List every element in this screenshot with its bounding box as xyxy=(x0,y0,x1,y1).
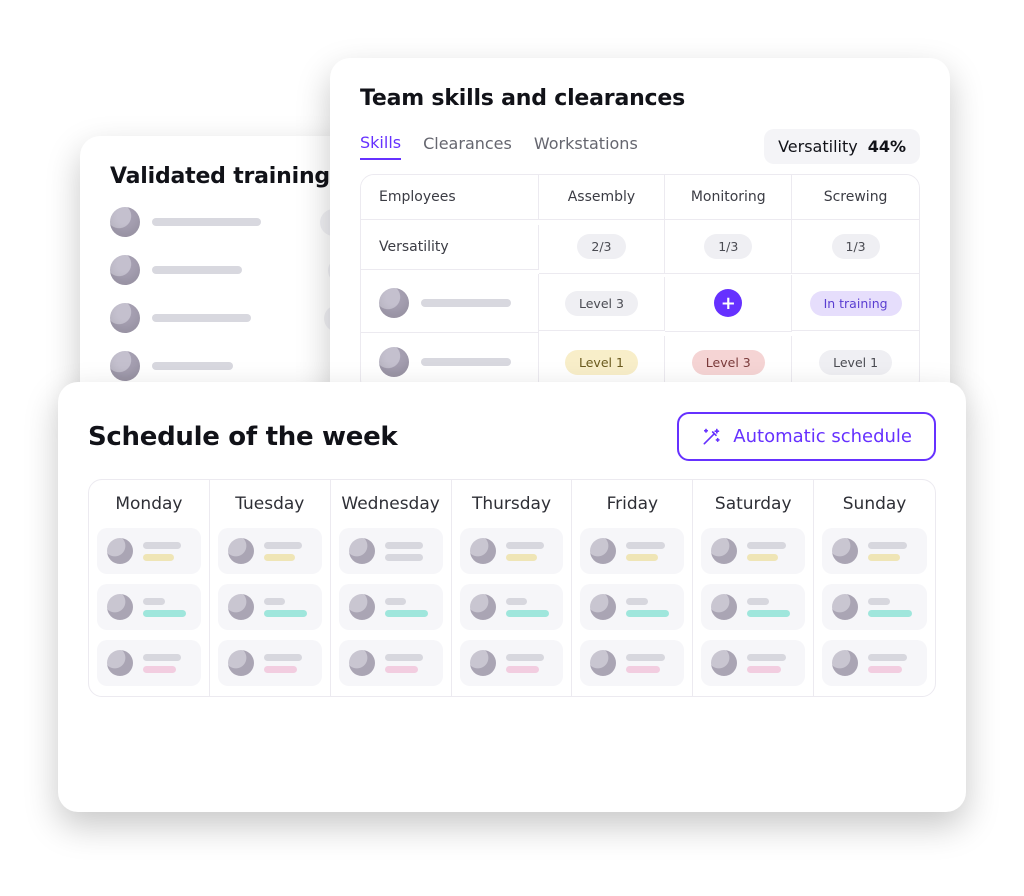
tab-skills[interactable]: Skills xyxy=(360,133,401,160)
schedule-slot[interactable] xyxy=(339,640,443,686)
avatar xyxy=(228,538,254,564)
avatar xyxy=(110,207,140,237)
avatar xyxy=(107,594,133,620)
automatic-schedule-label: Automatic schedule xyxy=(733,426,912,447)
avatar xyxy=(107,538,133,564)
skills-employee-row: Level 3 + In training xyxy=(361,274,919,333)
versatility-pct: 44% xyxy=(868,137,906,156)
avatar xyxy=(470,650,496,676)
schedule-slot[interactable] xyxy=(218,528,322,574)
avatar xyxy=(590,538,616,564)
schedule-slot[interactable] xyxy=(580,528,684,574)
avatar xyxy=(711,594,737,620)
name-placeholder xyxy=(421,358,511,366)
avatar xyxy=(349,650,375,676)
day-label: Thursday xyxy=(472,494,551,514)
avatar xyxy=(228,650,254,676)
avatar xyxy=(832,594,858,620)
skills-versatility-row: Versatility 2/3 1/3 1/3 xyxy=(361,220,919,274)
day-col-monday: Monday xyxy=(89,480,210,696)
day-label: Wednesday xyxy=(341,494,439,514)
avatar xyxy=(110,351,140,381)
skills-tabs: Skills Clearances Workstations Versatili… xyxy=(360,129,920,164)
schedule-slot[interactable] xyxy=(701,528,805,574)
team-skills-card: Team skills and clearances Skills Cleara… xyxy=(330,58,950,408)
tab-workstations[interactable]: Workstations xyxy=(534,134,638,159)
avatar xyxy=(832,538,858,564)
avatar xyxy=(379,288,409,318)
day-col-thursday: Thursday xyxy=(452,480,573,696)
schedule-slot[interactable] xyxy=(97,528,201,574)
avatar xyxy=(349,594,375,620)
day-label: Friday xyxy=(607,494,659,514)
team-skills-title: Team skills and clearances xyxy=(360,86,920,111)
avatar xyxy=(590,594,616,620)
week-grid: Monday Tuesday Wednesday Thursday xyxy=(88,479,936,697)
col-screwing: Screwing xyxy=(792,175,919,220)
day-label: Tuesday xyxy=(235,494,304,514)
day-col-friday: Friday xyxy=(572,480,693,696)
name-placeholder xyxy=(421,299,511,307)
day-col-wednesday: Wednesday xyxy=(331,480,452,696)
schedule-card: Schedule of the week Automatic schedule … xyxy=(58,382,966,812)
schedule-slot[interactable] xyxy=(339,528,443,574)
skill-cell[interactable]: In training xyxy=(810,291,902,316)
skill-cell[interactable]: Level 1 xyxy=(819,350,892,375)
skill-cell[interactable]: Level 1 xyxy=(565,350,638,375)
automatic-schedule-button[interactable]: Automatic schedule xyxy=(677,412,936,461)
avatar xyxy=(832,650,858,676)
add-skill-button[interactable]: + xyxy=(714,289,742,317)
row-label: Versatility xyxy=(361,225,539,270)
day-label: Monday xyxy=(115,494,182,514)
tab-clearances[interactable]: Clearances xyxy=(423,134,512,159)
avatar xyxy=(711,650,737,676)
avatar xyxy=(379,347,409,377)
avatar xyxy=(470,538,496,564)
schedule-slot[interactable] xyxy=(460,528,564,574)
schedule-slot[interactable] xyxy=(701,640,805,686)
avatar xyxy=(110,255,140,285)
schedule-slot[interactable] xyxy=(339,584,443,630)
avatar xyxy=(107,650,133,676)
day-label: Sunday xyxy=(843,494,907,514)
versatility-cell: 1/3 xyxy=(832,234,880,259)
day-col-saturday: Saturday xyxy=(693,480,814,696)
schedule-slot[interactable] xyxy=(218,640,322,686)
schedule-slot[interactable] xyxy=(580,640,684,686)
avatar xyxy=(470,594,496,620)
schedule-slot[interactable] xyxy=(701,584,805,630)
schedule-slot[interactable] xyxy=(97,584,201,630)
day-label: Saturday xyxy=(715,494,792,514)
magic-wand-icon xyxy=(701,427,721,447)
skill-cell[interactable]: Level 3 xyxy=(692,350,765,375)
schedule-slot[interactable] xyxy=(822,528,927,574)
skills-table: Employees Assembly Monitoring Screwing V… xyxy=(360,174,920,393)
col-assembly: Assembly xyxy=(539,175,666,220)
day-col-sunday: Sunday xyxy=(814,480,935,696)
avatar xyxy=(110,303,140,333)
schedule-slot[interactable] xyxy=(822,584,927,630)
versatility-label: Versatility xyxy=(778,137,858,156)
avatar xyxy=(590,650,616,676)
versatility-cell: 1/3 xyxy=(704,234,752,259)
col-monitoring: Monitoring xyxy=(665,175,792,220)
skill-cell[interactable]: Level 3 xyxy=(565,291,638,316)
schedule-title: Schedule of the week xyxy=(88,422,397,452)
versatility-badge: Versatility 44% xyxy=(764,129,920,164)
skills-table-header: Employees Assembly Monitoring Screwing xyxy=(361,175,919,220)
day-col-tuesday: Tuesday xyxy=(210,480,331,696)
schedule-slot[interactable] xyxy=(460,584,564,630)
avatar xyxy=(349,538,375,564)
schedule-slot[interactable] xyxy=(580,584,684,630)
schedule-slot[interactable] xyxy=(97,640,201,686)
avatar xyxy=(711,538,737,564)
versatility-cell: 2/3 xyxy=(577,234,625,259)
col-employees: Employees xyxy=(361,175,539,220)
schedule-slot[interactable] xyxy=(218,584,322,630)
schedule-slot[interactable] xyxy=(822,640,927,686)
schedule-slot[interactable] xyxy=(460,640,564,686)
avatar xyxy=(228,594,254,620)
